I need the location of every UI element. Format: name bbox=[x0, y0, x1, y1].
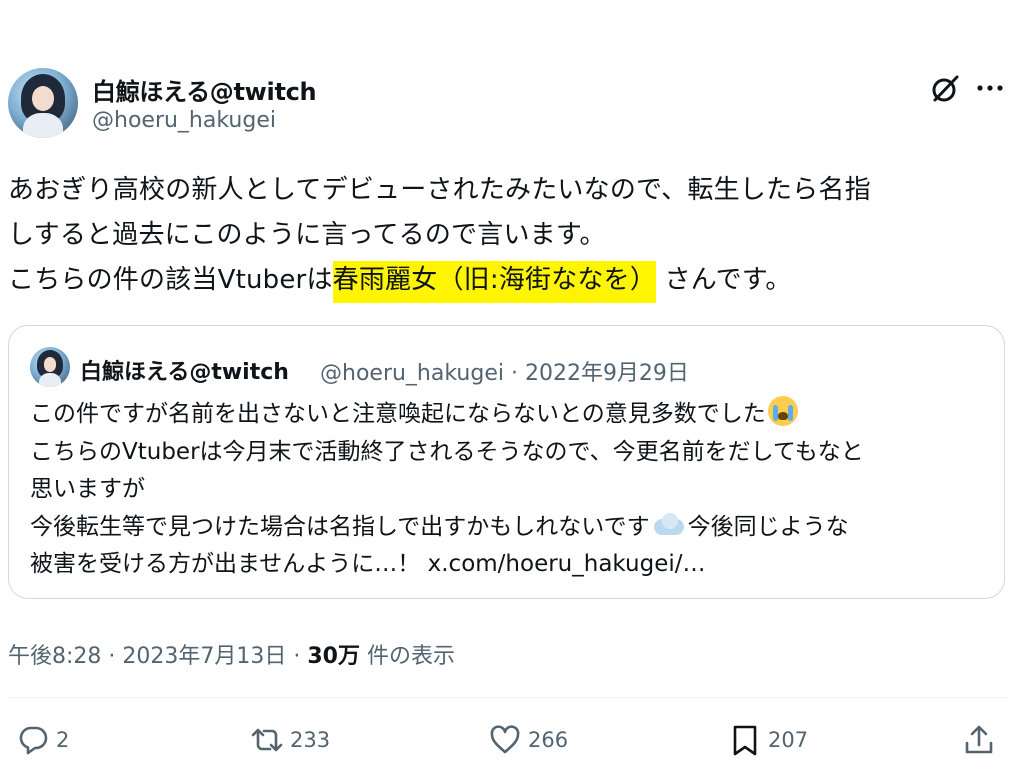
quoted-author-display-name[interactable]: 白鯨ほえる@twitch bbox=[80, 354, 289, 386]
tweet-post: 白鯨ほえる@twitch @hoeru_hakugei あおぎり高校の新人として… bbox=[0, 0, 1024, 774]
reply-icon bbox=[19, 726, 48, 755]
repost-button[interactable]: 233 bbox=[250, 722, 330, 758]
reply-button[interactable]: 2 bbox=[16, 722, 69, 758]
quote-line-2: こちらのVtuberは今月末で活動終了されるそうなので、今更名前をだしてもなと bbox=[30, 438, 864, 465]
grok-icon[interactable] bbox=[930, 74, 960, 104]
quote-line-1-text: この件ですが名前を出さないと注意喚起にならないとの意見多数でした bbox=[30, 401, 766, 427]
quoted-tweet-text: この件ですが名前を出さないと注意喚起にならないとの意見多数でした こちらのVtu… bbox=[30, 396, 1000, 584]
thought-balloon-emoji-icon bbox=[652, 512, 686, 537]
quote-line-4-a: 今後転生等で見つけた場合は名指しで出すかもしれないです bbox=[30, 513, 650, 540]
repost-count: 233 bbox=[290, 728, 331, 752]
like-count: 266 bbox=[528, 728, 569, 752]
author-display-name[interactable]: 白鯨ほえる@twitch bbox=[92, 72, 317, 107]
tweet-line-2: しすると過去にこのように言ってるので言います。 bbox=[8, 220, 606, 250]
bookmark-button[interactable]: 207 bbox=[728, 722, 808, 758]
quote-line-5: 被害を受ける方が出ませんように…！ x.com/hoeru_hakugei/… bbox=[30, 551, 706, 577]
divider bbox=[8, 697, 1008, 698]
timestamp-views-row: 午後8:28 · 2023年7月13日 · 30万 件の表示 bbox=[8, 638, 455, 670]
tweet-line-1: あおぎり高校の新人としてデビューされたみたいなので、転生したら名指 bbox=[8, 175, 871, 205]
reply-count: 2 bbox=[56, 728, 70, 752]
views-count: 30万 bbox=[307, 644, 360, 669]
quote-line-4-b: 今後同じような bbox=[687, 513, 849, 540]
author-handle[interactable]: @hoeru_hakugei bbox=[92, 108, 276, 133]
highlighted-name: 春雨麗女（旧:海街ななを） bbox=[332, 261, 657, 303]
bookmark-icon bbox=[733, 725, 757, 756]
quote-line-4: 今後転生等で見つけた場合は名指しで出すかもしれないです 今後同じような bbox=[30, 509, 1000, 547]
quote-line-1: この件ですが名前を出さないと注意喚起にならないとの意見多数でした bbox=[30, 396, 1000, 434]
author-avatar[interactable] bbox=[8, 68, 78, 138]
tweet-text: あおぎり高校の新人としてデビューされたみたいなので、転生したら名指 しすると過去… bbox=[8, 168, 1018, 303]
tweet-line-3-before: こちらの件の該当Vtuberは bbox=[8, 265, 333, 295]
quoted-author-avatar[interactable] bbox=[30, 347, 70, 387]
tweet-line-3-after: さんです。 bbox=[656, 265, 792, 295]
tweet-line-3: こちらの件の該当Vtuberは春雨麗女（旧:海街ななを） さんです。 bbox=[8, 258, 1018, 303]
quoted-author-meta[interactable]: @hoeru_hakugei · 2022年9月29日 bbox=[320, 355, 689, 387]
share-icon bbox=[965, 725, 993, 754]
share-button[interactable] bbox=[962, 722, 996, 758]
more-icon[interactable] bbox=[975, 80, 1005, 96]
like-button[interactable]: 266 bbox=[488, 722, 568, 758]
like-icon bbox=[490, 725, 520, 754]
views-label: 件の表示 bbox=[359, 644, 455, 669]
repost-icon bbox=[251, 728, 283, 752]
quote-line-3: 思いますが bbox=[30, 476, 145, 502]
post-timestamp[interactable]: 午後8:28 · 2023年7月13日 · bbox=[8, 644, 307, 669]
bookmark-count: 207 bbox=[768, 728, 809, 752]
loudly-crying-face-emoji-icon bbox=[767, 396, 798, 426]
